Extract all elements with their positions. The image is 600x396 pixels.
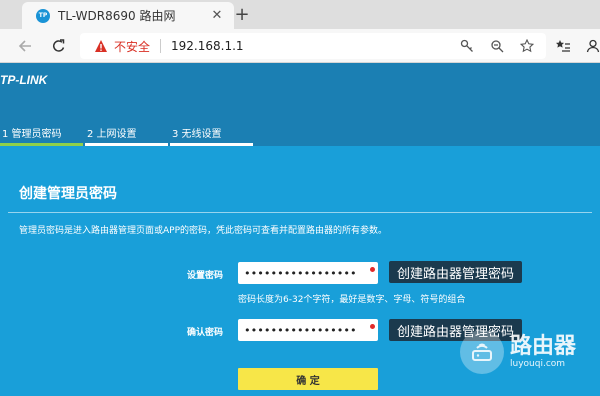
step-internet-settings[interactable]: 2 上网设置 — [85, 125, 170, 146]
zoom-icon[interactable] — [488, 37, 506, 55]
confirm-button[interactable]: 确 定 — [238, 368, 378, 390]
watermark: 路由器 luyouqi.com — [460, 330, 576, 374]
key-icon[interactable] — [458, 37, 476, 55]
router-icon — [460, 330, 504, 374]
page-title: 创建管理员密码 — [19, 186, 117, 202]
step-wireless-settings[interactable]: 3 无线设置 — [170, 125, 255, 146]
address-divider — [160, 39, 162, 53]
tplink-favicon-icon: TP — [36, 8, 50, 23]
profile-icon[interactable] — [582, 35, 600, 57]
tab-title: TL-WDR8690 路由网 — [58, 9, 176, 23]
step-label: 2 上网设置 — [87, 129, 137, 140]
annotation-callout: 创建路由器管理密码 — [389, 261, 523, 283]
address-bar[interactable]: 不安全 192.168.1.1 — [80, 33, 546, 59]
browser-tab[interactable]: TP TL-WDR8690 路由网 ✕ — [22, 2, 234, 29]
title-divider — [8, 212, 592, 213]
star-icon[interactable] — [518, 37, 536, 55]
tplink-logo: TP-LINK — [0, 73, 48, 87]
password-description: 管理员密码是进入路由器管理页面或APP的密码，凭此密码可查看并配置路由器的所有参… — [19, 226, 388, 236]
new-tab-icon[interactable]: + — [232, 4, 252, 25]
back-icon[interactable] — [14, 35, 36, 57]
required-indicator — [370, 267, 375, 272]
security-status[interactable]: 不安全 — [114, 38, 150, 55]
favorites-icon[interactable] — [552, 35, 574, 57]
browser-tab-strip: TP TL-WDR8690 路由网 ✕ + — [0, 0, 600, 29]
url-text[interactable]: 192.168.1.1 — [171, 39, 244, 53]
step-admin-password[interactable]: 1 管理员密码 — [0, 125, 85, 146]
watermark-domain: luyouqi.com — [510, 359, 566, 369]
reload-icon[interactable] — [48, 35, 70, 57]
required-indicator — [370, 324, 375, 329]
confirm-password-label: 确认密码 — [187, 328, 224, 338]
confirm-password-input[interactable]: ••••••••••••••••• — [238, 319, 378, 341]
set-password-input[interactable]: ••••••••••••••••• — [238, 262, 378, 284]
watermark-title: 路由器 — [510, 334, 577, 359]
setup-steps: 1 管理员密码 2 上网设置 3 无线设置 — [0, 125, 255, 146]
browser-toolbar: 不安全 192.168.1.1 — [0, 29, 600, 63]
close-tab-icon[interactable]: ✕ — [208, 7, 226, 25]
warning-icon — [95, 40, 107, 52]
step-label: 3 无线设置 — [172, 129, 222, 140]
step-label: 1 管理员密码 — [2, 129, 62, 140]
set-password-label: 设置密码 — [187, 271, 224, 281]
password-hint: 密码长度为6-32个字符，最好是数字、字母、符号的组合 — [238, 295, 466, 305]
router-header: TP-LINK 1 管理员密码 2 上网设置 3 无线设置 — [0, 63, 600, 146]
